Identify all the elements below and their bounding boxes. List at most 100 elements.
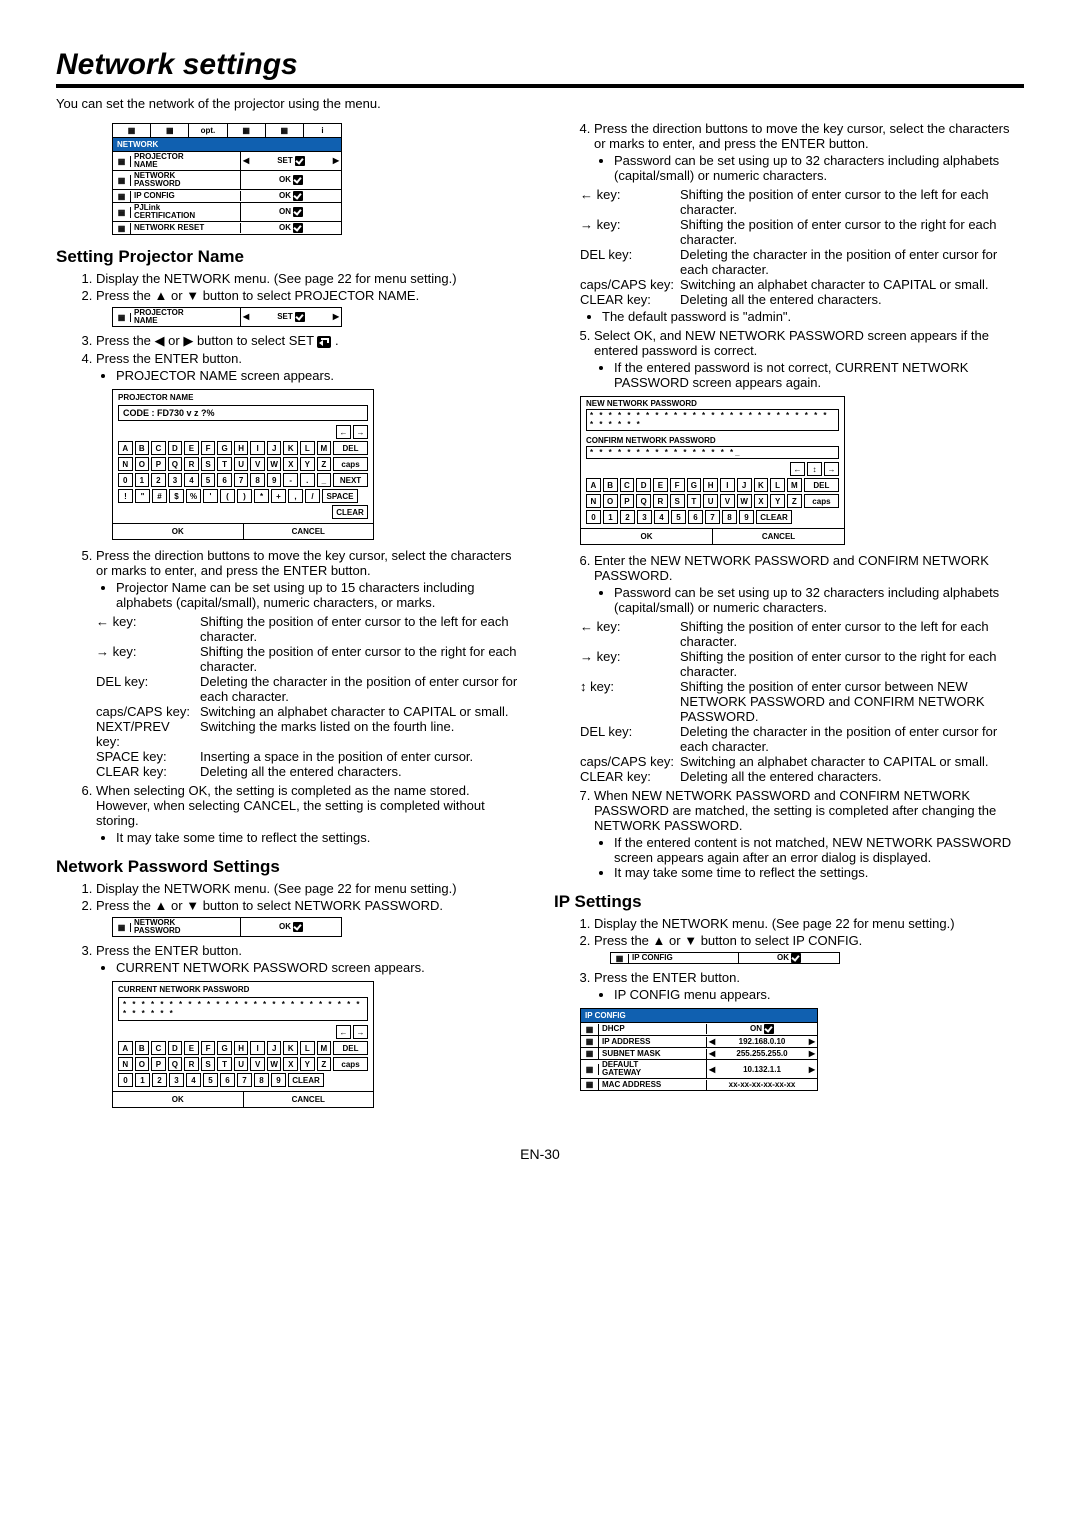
substep: Password can be set using up to 32 chara… xyxy=(614,153,1024,183)
osk-ok: OK xyxy=(113,1092,244,1107)
step: Press the ▲ or ▼ button to select NETWOR… xyxy=(96,898,526,913)
step: Press the ▲ or ▼ button to select PROJEC… xyxy=(96,288,526,303)
row-val: OK xyxy=(279,175,291,184)
key-name: → key: xyxy=(96,644,196,674)
osk-input: * * * * * * * * * * * * * * * * * * * * … xyxy=(118,997,368,1021)
enter-icon xyxy=(295,156,305,166)
key-name: caps/CAPS key: xyxy=(580,754,676,769)
key-desc-row: ← key:Shifting the position of enter cur… xyxy=(580,619,1024,649)
osk-side-key: NEXT xyxy=(333,473,368,487)
row-val: ON xyxy=(707,1023,817,1035)
row-label: NAME xyxy=(134,160,158,169)
osk-key: S xyxy=(670,494,685,508)
row-val: ON xyxy=(279,207,291,216)
substep: If the entered password is not correct, … xyxy=(614,360,1024,390)
osk-key: U xyxy=(703,494,718,508)
osk-key: E xyxy=(653,478,668,492)
substep: If the entered content is not matched, N… xyxy=(614,835,1024,865)
key-name: CLEAR key: xyxy=(580,769,676,784)
osk-key: 2 xyxy=(152,1073,167,1087)
menu-tab: ▦ xyxy=(151,124,189,137)
key-name: ← key: xyxy=(96,614,196,644)
osk-key: D xyxy=(636,478,651,492)
key-desc: Deleting the character in the position o… xyxy=(680,724,1024,754)
osk-key: C xyxy=(620,478,635,492)
osk-key: 2 xyxy=(151,473,166,487)
mini-menu-network-password: ▦ NETWORKPASSWORD OK xyxy=(112,917,342,937)
osk-key: G xyxy=(687,478,702,492)
row-val: SET xyxy=(277,156,293,165)
substep: The default password is "admin". xyxy=(602,309,1024,324)
key-desc-row: caps/CAPS key:Switching an alphabet char… xyxy=(580,277,1024,292)
row-label: MAC ADDRESS xyxy=(599,1080,707,1090)
key-name: ↕ key: xyxy=(580,679,676,724)
osk-key: X xyxy=(283,1057,298,1071)
osk-key: * xyxy=(254,489,269,503)
osk-key: J xyxy=(267,1041,282,1055)
osk-key: H xyxy=(234,1041,249,1055)
row-val: ◀255.255.255.0▶ xyxy=(707,1048,817,1059)
menu-row-network-reset: ▦ NETWORK RESET OK xyxy=(113,221,341,234)
osk-key: 3 xyxy=(169,1073,184,1087)
osk-key: Q xyxy=(168,457,183,471)
row-val: OK xyxy=(279,223,291,232)
osk-key: S xyxy=(201,1057,216,1071)
osk-key: X xyxy=(283,457,298,471)
osk-key: L xyxy=(300,441,315,455)
row-val: xx-xx-xx-xx-xx-xx xyxy=(707,1079,817,1090)
osk-key: 9 xyxy=(739,510,754,524)
osk-key: 8 xyxy=(250,473,265,487)
osk-key: M xyxy=(317,1041,332,1055)
key-name: CLEAR key: xyxy=(96,764,196,779)
key-desc-row: caps/CAPS key:Switching an alphabet char… xyxy=(96,704,526,719)
key-name: DEL key: xyxy=(580,247,676,277)
ipbox-row: ▦DHCPON xyxy=(581,1022,817,1035)
osk-key: B xyxy=(603,478,618,492)
osk-key: E xyxy=(184,441,199,455)
osk-key: 0 xyxy=(586,510,601,524)
substep: IP CONFIG menu appears. xyxy=(614,987,1024,1002)
osk-key: C xyxy=(151,1041,166,1055)
row-label: IP ADDRESS xyxy=(599,1037,707,1047)
osk-key: 6 xyxy=(688,510,703,524)
key-desc-row: CLEAR key:Deleting all the entered chara… xyxy=(96,764,526,779)
row-val: SET xyxy=(277,312,293,321)
page-number: EN-30 xyxy=(56,1146,1024,1162)
enter-icon xyxy=(293,223,303,233)
osk-key: M xyxy=(787,478,802,492)
osk-key: O xyxy=(135,457,150,471)
osk-key-left: ← xyxy=(336,1025,351,1039)
key-name: ← key: xyxy=(580,619,676,649)
osk-key: R xyxy=(184,1057,199,1071)
osk-key: V xyxy=(250,457,265,471)
row-val: ◀192.168.0.10▶ xyxy=(707,1036,817,1047)
section-title-network-password: Network Password Settings xyxy=(56,857,526,877)
row-val: OK xyxy=(777,953,789,962)
key-name: DEL key: xyxy=(96,674,196,704)
osk-key: K xyxy=(283,1041,298,1055)
osk-label: NEW NETWORK PASSWORD xyxy=(581,397,844,408)
row-val: OK xyxy=(279,191,291,200)
osk-side-key: caps xyxy=(333,1057,368,1071)
osk-key: ) xyxy=(237,489,252,503)
osk-key: 6 xyxy=(220,1073,235,1087)
osk-key: , xyxy=(288,489,303,503)
key-desc: Shifting the position of enter cursor to… xyxy=(200,614,526,644)
osk-key: 5 xyxy=(671,510,686,524)
key-desc: Deleting the character in the position o… xyxy=(200,674,526,704)
substep: Password can be set using up to 32 chara… xyxy=(614,585,1024,615)
osk-key: R xyxy=(653,494,668,508)
osk-key: 9 xyxy=(267,473,282,487)
osk-key: 0 xyxy=(118,473,133,487)
osk-row: ABCDEFGHIJKLMDEL xyxy=(118,1041,368,1055)
key-name: → key: xyxy=(580,217,676,247)
enter-icon xyxy=(295,312,305,322)
step: Press the ▲ or ▼ button to select IP CON… xyxy=(594,933,1024,948)
osk-row: NOPQRSTUVWXYZcaps xyxy=(586,494,839,508)
step: Press the ENTER button. IP CONFIG menu a… xyxy=(594,970,1024,1002)
osk-key: Y xyxy=(300,457,315,471)
section-title-ip-settings: IP Settings xyxy=(554,892,1024,912)
osk-key: 9 xyxy=(271,1073,286,1087)
osk-key: V xyxy=(250,1057,265,1071)
enter-icon xyxy=(317,336,331,348)
